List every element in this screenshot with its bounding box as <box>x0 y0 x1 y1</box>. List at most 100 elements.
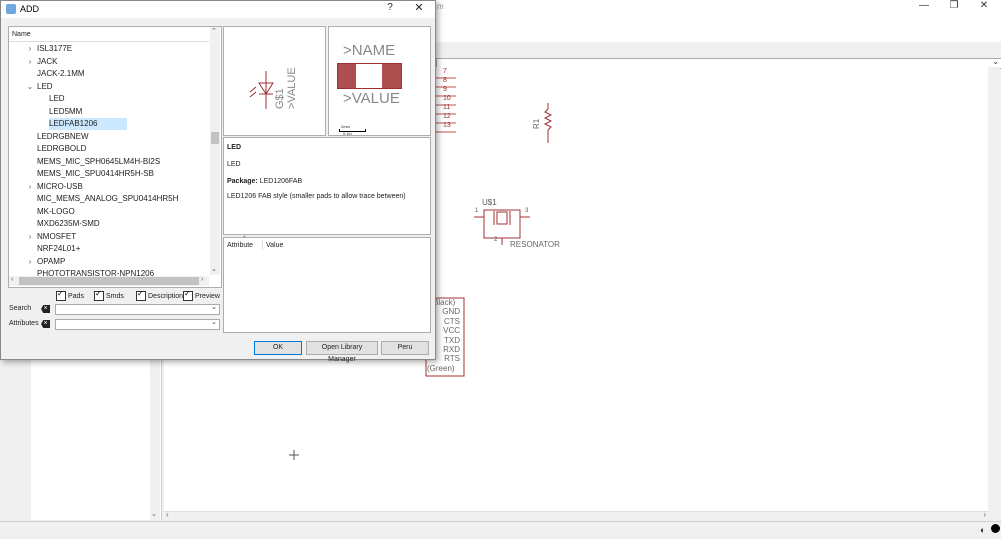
chevron-right-icon[interactable]: › <box>26 231 34 243</box>
chevron-down-icon[interactable]: ⌄ <box>211 265 217 273</box>
tree-row[interactable]: › ISL3177E <box>9 43 209 55</box>
tree-row-label: MIC_MEMS_ANALOG_SPU0414HR5H <box>37 194 179 203</box>
sort-arrow-icon: ⌃ <box>242 236 248 242</box>
clear-search-icon[interactable]: × <box>41 305 50 313</box>
left-panel-scrollbar[interactable]: ⌄ <box>150 360 160 520</box>
pin-number: 9 <box>443 86 447 93</box>
chevron-left-icon[interactable]: ‹ <box>11 276 13 283</box>
pin-number: 11 <box>443 104 451 111</box>
scroll-thumb[interactable] <box>211 132 219 144</box>
tree-row[interactable]: ⌄ LED <box>9 81 209 93</box>
connector-top-label: Black) <box>433 298 456 307</box>
symbol-value: >VALUE <box>286 67 298 109</box>
library-tree[interactable]: Name ⌃ › ISL3177E › JACK JACK-2.1MM ⌄ LED LED LE… <box>8 26 222 288</box>
column-value[interactable]: Value <box>266 242 283 249</box>
tree-row[interactable]: MEMS_MIC_SPU0414HR5H-SB <box>9 168 209 180</box>
tree-row[interactable]: › JACK <box>9 56 209 68</box>
chevron-down-icon[interactable]: ⌄ <box>211 303 217 311</box>
tree-row[interactable]: MXD6235M-SMD <box>9 218 209 230</box>
tree-row-label: LEDRGBOLD <box>37 144 87 153</box>
chevron-right-icon[interactable]: › <box>26 181 34 193</box>
resonator-ref: U$1 <box>482 198 497 207</box>
chevron-down-icon[interactable]: ⌄ <box>26 81 34 93</box>
clear-attributes-icon[interactable]: × <box>41 320 50 328</box>
tree-row[interactable]: NRF24L01+ <box>9 243 209 255</box>
resonator-name: RESONATOR <box>510 240 560 249</box>
tree-vscrollbar[interactable]: ⌃ ⌄ <box>210 27 220 275</box>
resistor-symbol <box>543 103 553 143</box>
package-name: >NAME <box>343 42 396 59</box>
tree-row[interactable]: › MICRO-USB <box>9 181 209 193</box>
status-bar: ◐ <box>0 521 1001 539</box>
pin-number: 10 <box>443 95 451 102</box>
sort-arrow-icon: ⌃ <box>94 26 100 32</box>
package-value: >VALUE <box>343 90 400 107</box>
help-button[interactable]: ? <box>381 2 399 13</box>
add-dialog: ADD ? ✕ Name ⌃ › ISL3177E › JACK JACK-2.1MM ⌄… <box>0 0 436 363</box>
attributes-table[interactable]: ⌃ Attribute Value <box>223 236 431 333</box>
tree-header[interactable]: Name ⌃ <box>9 27 209 42</box>
chevron-down-icon[interactable]: ⌄ <box>211 318 217 326</box>
tree-row[interactable]: MIC_MEMS_ANALOG_SPU0414HR5H <box>9 193 209 205</box>
chevron-left-icon[interactable]: ‹ <box>166 510 169 519</box>
tree-row[interactable]: LEDFAB1206 <box>9 118 209 130</box>
checkbox-preview[interactable]: Preview <box>183 289 220 303</box>
search-input[interactable]: ⌄ <box>55 304 220 315</box>
checkbox-smds[interactable]: Smds <box>94 289 124 303</box>
checkbox[interactable] <box>56 289 66 301</box>
tree-row-label: LEDRGBNEW <box>37 131 89 141</box>
tree-row-label: NMOSFET <box>37 231 77 241</box>
open-library-manager-button[interactable]: Open Library Manager <box>306 341 378 363</box>
scale-sub-label: 0.1in <box>343 131 352 136</box>
chevron-up-icon[interactable]: ⌃ <box>211 27 217 35</box>
symbol-preview: G$1 >VALUE <box>223 26 326 136</box>
connector-bottom-label: (Green) <box>427 363 455 373</box>
search-label: Search <box>9 305 32 312</box>
pin-number: 8 <box>443 77 447 84</box>
tree-row[interactable]: JACK-2.1MM <box>9 68 209 80</box>
description-panel: LED LED Package: LED1206FAB LED1206 FAB … <box>223 137 431 235</box>
close-window-button[interactable]: ✕ <box>966 0 1001 14</box>
checkbox[interactable] <box>94 289 104 301</box>
checkbox[interactable] <box>183 289 193 301</box>
tree-row[interactable]: LED5MM <box>9 106 209 118</box>
chevron-right-icon[interactable]: › <box>26 256 34 268</box>
tree-row-label: MXD6235M-SMD <box>37 219 100 228</box>
checkbox-pads[interactable]: Pads <box>56 289 84 303</box>
tree-row[interactable]: LEDRGBOLD <box>9 143 209 155</box>
tree-row[interactable]: LED <box>9 93 209 105</box>
dialog-title: ADD <box>20 4 40 14</box>
tree-hscrollbar[interactable]: ‹ › <box>9 276 209 286</box>
dialog-close-button[interactable]: ✕ <box>409 1 429 14</box>
tree-row-label: MEMS_MIC_SPH0645LM4H-BI2S <box>37 156 161 166</box>
canvas-hscrollbar[interactable]: ‹ › <box>164 510 988 521</box>
chevron-down-icon[interactable]: ⌄ <box>151 510 157 518</box>
description-title: LED <box>227 144 241 151</box>
chevron-right-icon[interactable]: › <box>983 510 986 519</box>
ok-button[interactable]: OK <box>254 341 302 355</box>
scroll-thumb[interactable] <box>19 277 199 285</box>
tree-row[interactable]: › OPAMP <box>9 256 209 268</box>
package-line: Package: LED1206FAB <box>227 178 302 185</box>
attributes-input[interactable]: ⌄ <box>55 319 220 330</box>
checkbox-description[interactable]: Description <box>136 289 183 303</box>
canvas-vscrollbar[interactable] <box>988 67 1000 511</box>
tree-row-label: OPAMP <box>37 256 66 266</box>
column-divider[interactable] <box>262 240 263 250</box>
dialog-titlebar: ADD ? ✕ <box>1 1 435 18</box>
chevron-right-icon[interactable]: › <box>201 276 203 283</box>
tree-row[interactable]: MK-LOGO <box>9 206 209 218</box>
tree-row-label: MK-LOGO <box>37 206 75 216</box>
tree-row[interactable]: LEDRGBNEW <box>9 131 209 143</box>
chevron-right-icon[interactable]: › <box>26 56 34 68</box>
column-attribute[interactable]: Attribute <box>227 242 253 249</box>
tree-row[interactable]: › NMOSFET <box>9 231 209 243</box>
chevron-right-icon[interactable]: › <box>26 43 34 55</box>
led-symbol <box>249 71 274 109</box>
tree-row[interactable]: MEMS_MIC_SPH0645LM4H-BI2S <box>9 156 209 168</box>
peru-button[interactable]: Peru <box>381 341 429 355</box>
checkbox[interactable] <box>136 289 146 301</box>
symbol-name: G$1 <box>274 88 286 109</box>
package-preview: >NAME >VALUE 2mm 0.1in <box>328 26 431 136</box>
column-name[interactable]: Name <box>12 31 31 38</box>
